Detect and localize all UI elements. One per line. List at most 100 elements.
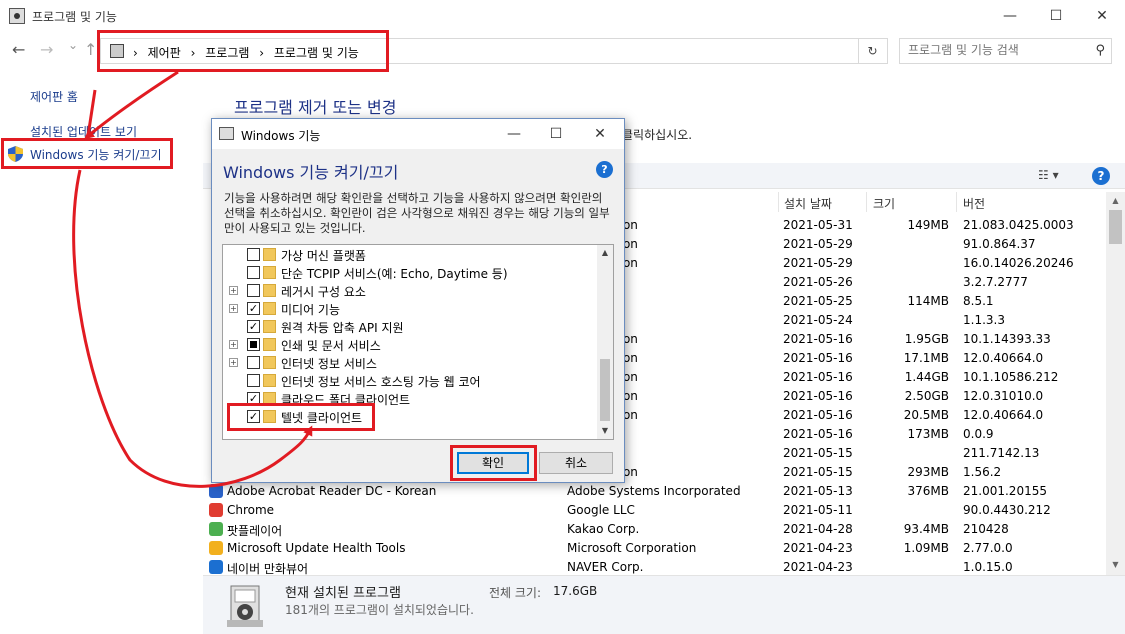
dialog-minimize-button[interactable]: — xyxy=(492,119,536,149)
program-icon xyxy=(209,484,223,498)
program-publisher: Adobe Systems Incorporated xyxy=(567,484,741,498)
table-row[interactable]: 팟플레이어 Kakao Corp. 2021-04-28 93.4MB 210428 xyxy=(203,520,1106,539)
recent-locations-button[interactable]: ⌄ xyxy=(68,38,78,52)
column-separator xyxy=(778,192,779,212)
program-size: 173MB xyxy=(907,427,950,441)
vertical-scrollbar[interactable]: ▲ ▼ xyxy=(1106,192,1125,575)
view-options-icon[interactable]: ☷ ▾ xyxy=(1038,168,1059,182)
maximize-button[interactable]: ☐ xyxy=(1033,0,1079,32)
table-row[interactable]: Adobe Acrobat Reader DC - Korean Adobe Sy… xyxy=(203,482,1106,501)
features-scroll-up-arrow[interactable]: ▲ xyxy=(597,248,613,257)
program-install-date: 2021-05-29 xyxy=(783,256,853,270)
program-name: Chrome xyxy=(227,503,275,517)
program-version: 21.083.0425.0003 xyxy=(963,218,1074,232)
program-version: 91.0.864.37 xyxy=(963,237,1036,251)
folder-icon xyxy=(263,302,276,315)
column-header-date[interactable]: 설치 날짜 xyxy=(784,195,832,212)
expand-icon[interactable]: + xyxy=(229,304,238,313)
help-icon[interactable]: ? xyxy=(1092,167,1110,185)
table-row[interactable]: Microsoft Update Health Tools Microsoft C… xyxy=(203,539,1106,558)
minimize-button[interactable]: — xyxy=(987,0,1033,32)
program-install-date: 2021-05-31 xyxy=(783,218,853,232)
program-install-date: 2021-05-24 xyxy=(783,313,853,327)
program-install-date: 2021-05-16 xyxy=(783,351,853,365)
program-version: 8.5.1 xyxy=(963,294,994,308)
feature-checkbox[interactable] xyxy=(247,266,260,279)
program-install-date: 2021-05-13 xyxy=(783,484,853,498)
feature-label: 레거시 구성 요소 xyxy=(281,285,366,299)
dialog-help-icon[interactable]: ? xyxy=(596,161,613,178)
program-install-date: 2021-05-25 xyxy=(783,294,853,308)
table-row[interactable]: Chrome Google LLC 2021-05-11 90.0.4430.212 xyxy=(203,501,1106,520)
feature-checkbox[interactable] xyxy=(247,284,260,297)
expand-icon[interactable]: + xyxy=(229,340,238,349)
expand-icon[interactable]: + xyxy=(229,358,238,367)
program-publisher: Kakao Corp. xyxy=(567,522,640,536)
feature-item[interactable]: + ✓ 미디어 기능 xyxy=(223,300,597,318)
annotation-box-features-link xyxy=(1,138,173,169)
feature-item[interactable]: ✓ 원격 차등 압축 API 지원 xyxy=(223,318,597,336)
folder-icon xyxy=(263,266,276,279)
folder-icon xyxy=(263,320,276,333)
features-scrollbar[interactable]: ▲ ▼ xyxy=(597,245,613,439)
program-version: 21.001.20155 xyxy=(963,484,1047,498)
program-size: 1.44GB xyxy=(904,370,949,384)
feature-item[interactable]: 가상 머신 플랫폼 xyxy=(223,246,597,264)
feature-item[interactable]: + 인터넷 정보 서비스 xyxy=(223,354,597,372)
program-version: 1.1.3.3 xyxy=(963,313,1005,327)
control-panel-icon xyxy=(9,8,25,24)
program-size: 114MB xyxy=(907,294,950,308)
column-header-size[interactable]: 크기 xyxy=(873,195,895,212)
search-box[interactable]: ⚲ xyxy=(899,38,1112,64)
feature-checkbox[interactable] xyxy=(247,374,260,387)
program-version: 1.56.2 xyxy=(963,465,1002,479)
program-version: 12.0.31010.0 xyxy=(963,389,1044,403)
folder-icon xyxy=(263,356,276,369)
scroll-down-arrow[interactable]: ▼ xyxy=(1106,560,1125,569)
page-title: 프로그램 제거 또는 변경 xyxy=(234,98,397,117)
dialog-maximize-button[interactable]: ☐ xyxy=(534,119,578,149)
back-button[interactable]: ← xyxy=(12,40,25,59)
feature-item[interactable]: 단순 TCPIP 서비스(예: Echo, Daytime 등) xyxy=(223,264,597,282)
program-install-date: 2021-04-23 xyxy=(783,541,853,555)
program-size: 17.1MB xyxy=(903,351,949,365)
search-input[interactable] xyxy=(908,43,1078,57)
feature-label: 인터넷 정보 서비스 xyxy=(281,357,377,371)
features-scroll-down-arrow[interactable]: ▼ xyxy=(597,426,613,435)
annotation-box-ok xyxy=(450,445,537,481)
feature-checkbox[interactable]: ✓ xyxy=(247,302,260,315)
forward-button[interactable]: → xyxy=(40,40,53,59)
dialog-close-button[interactable]: ✕ xyxy=(578,119,622,149)
program-size: 1.09MB xyxy=(903,541,949,555)
close-button[interactable]: ✕ xyxy=(1079,0,1125,32)
features-scroll-thumb[interactable] xyxy=(600,359,610,421)
feature-checkbox[interactable] xyxy=(247,356,260,369)
program-version: 0.0.9 xyxy=(963,427,994,441)
dialog-description: 기능을 사용하려면 해당 확인란을 선택하고 기능을 사용하지 않으려면 확인란… xyxy=(224,191,610,235)
feature-item[interactable]: + 레거시 구성 요소 xyxy=(223,282,597,300)
feature-item[interactable]: + 인쇄 및 문서 서비스 xyxy=(223,336,597,354)
up-button[interactable]: ↑ xyxy=(84,40,97,59)
feature-checkbox[interactable] xyxy=(247,338,260,351)
annotation-box-address xyxy=(97,30,389,72)
program-size: 376MB xyxy=(907,484,950,498)
feature-checkbox[interactable] xyxy=(247,248,260,261)
column-header-version[interactable]: 버전 xyxy=(963,195,985,212)
program-count: 181개의 프로그램이 설치되었습니다. xyxy=(285,603,474,617)
program-icon xyxy=(209,503,223,517)
scroll-up-arrow[interactable]: ▲ xyxy=(1106,196,1125,205)
program-install-date: 2021-05-16 xyxy=(783,389,853,403)
expand-icon[interactable]: + xyxy=(229,286,238,295)
feature-label: 미디어 기능 xyxy=(281,303,341,317)
refresh-icon[interactable]: ↻ xyxy=(858,38,886,64)
scroll-thumb[interactable] xyxy=(1109,210,1122,244)
feature-checkbox[interactable]: ✓ xyxy=(247,320,260,333)
cancel-button[interactable]: 취소 xyxy=(539,452,613,474)
feature-item[interactable]: 인터넷 정보 서비스 호스팅 가능 웹 코어 xyxy=(223,372,597,390)
feature-label: 원격 차등 압축 API 지원 xyxy=(281,321,404,335)
control-panel-home-link[interactable]: 제어판 홈 xyxy=(30,88,78,105)
program-install-date: 2021-04-28 xyxy=(783,522,853,536)
windows-features-icon xyxy=(219,127,234,140)
program-install-date: 2021-05-11 xyxy=(783,503,853,517)
search-icon[interactable]: ⚲ xyxy=(1095,43,1105,58)
